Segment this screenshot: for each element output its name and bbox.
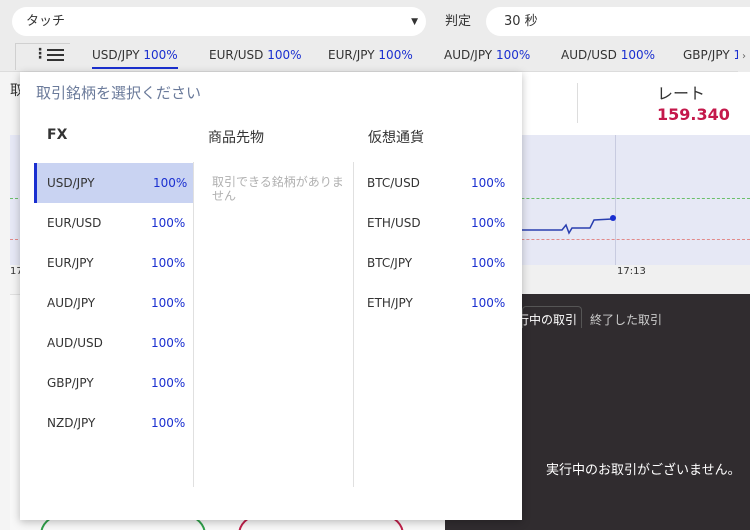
pair-name: BTC/JPY [367, 256, 413, 270]
tab-pair: EUR/USD [209, 48, 264, 62]
tab-usd-jpy[interactable]: USD/JPY 100% [92, 47, 178, 69]
current-price-dot [610, 215, 616, 221]
pair-name: EUR/JPY [47, 256, 94, 270]
crypto-item-btc-jpy[interactable]: BTC/JPY 100% [354, 243, 514, 283]
tab-pct: 100% [378, 48, 413, 62]
tab-pair: AUD/USD [561, 48, 617, 62]
payout-pct: 100% [151, 296, 186, 310]
judge-label: 判定 [445, 14, 472, 29]
fx-item-aud-usd[interactable]: AUD/USD 100% [34, 323, 193, 363]
tab-pair: GBP/JPY [683, 48, 730, 62]
crypto-item-eth-usd[interactable]: ETH/USD 100% [354, 203, 514, 243]
chevron-down-icon: ▼ [411, 17, 418, 27]
hamburger-menu-icon[interactable] [47, 49, 64, 61]
pair-name: AUD/USD [47, 336, 103, 350]
option-type-value: タッチ [26, 14, 66, 29]
tab-scroll-right-icon[interactable]: › [738, 42, 750, 72]
payout-pct: 100% [471, 296, 506, 310]
tab-eur-jpy[interactable]: EUR/JPY 100% [328, 47, 413, 63]
fx-item-aud-jpy[interactable]: AUD/JPY 100% [34, 283, 193, 323]
pair-name: AUD/JPY [47, 296, 96, 310]
fx-column-heading: FX [47, 127, 68, 143]
crypto-item-btc-usd[interactable]: BTC/USD 100% [354, 163, 514, 203]
pair-name: ETH/USD [367, 216, 421, 230]
payout-pct: 100% [471, 176, 506, 190]
payout-pct: 100% [151, 376, 186, 390]
more-vertical-icon[interactable]: ⋮ [33, 46, 47, 62]
tab-pct: 100% [495, 48, 531, 62]
pair-name: BTC/USD [367, 176, 420, 190]
payout-pct: 100% [151, 416, 186, 430]
no-trades-message: 実行中のお取引がございません。 [546, 463, 741, 478]
pair-name: EUR/USD [47, 216, 102, 230]
payout-pct: 100% [151, 216, 186, 230]
option-type-select[interactable]: タッチ ▼ [12, 7, 426, 36]
payout-pct: 100% [151, 336, 186, 350]
tab-active-trades-label: 行中の取引 [517, 313, 578, 327]
pair-name: ETH/JPY [367, 296, 413, 310]
tab-pct: 100% [143, 48, 178, 62]
fx-item-usd-jpy[interactable]: USD/JPY 100% [34, 163, 193, 203]
chart-gridline [615, 135, 616, 265]
tab-eur-usd[interactable]: EUR/USD 100% [209, 47, 302, 63]
rate-label: レート [657, 84, 706, 103]
tab-aud-jpy[interactable]: AUD/JPY 100% [444, 47, 530, 63]
pair-name: GBP/JPY [47, 376, 94, 390]
payout-pct: 100% [471, 216, 506, 230]
tab-pct: 100% [620, 48, 656, 62]
judge-time-value: 30 秒 [504, 14, 538, 29]
tab-pair: AUD/JPY [444, 48, 493, 62]
payout-pct: 100% [153, 176, 188, 190]
divider [577, 83, 578, 123]
payout-pct: 100% [471, 256, 506, 270]
rate-value: 159.340 [657, 105, 730, 124]
commodity-column-heading: 商品先物 [208, 130, 264, 146]
crypto-column-heading: 仮想通貨 [368, 130, 424, 146]
tab-ended-trades[interactable]: 終了した取引 [590, 311, 662, 328]
symbol-select-popup: 取引銘柄を選択ください FX 商品先物 仮想通貨 USD/JPY 100% EU… [20, 72, 522, 520]
pair-name: USD/JPY [47, 176, 95, 190]
popup-title: 取引銘柄を選択ください [36, 84, 202, 102]
payout-pct: 100% [151, 256, 186, 270]
commodity-empty-message: 取引できる銘柄がありません [212, 175, 344, 203]
fx-item-eur-jpy[interactable]: EUR/JPY 100% [34, 243, 193, 283]
fx-item-nzd-jpy[interactable]: NZD/JPY 100% [34, 403, 193, 443]
tab-pair: EUR/JPY [328, 48, 375, 62]
column-divider [193, 162, 194, 487]
tab-pct: 100% [267, 48, 302, 62]
tab-pair: USD/JPY [92, 48, 140, 62]
pair-name: NZD/JPY [47, 416, 96, 430]
judge-time-select[interactable]: 30 秒 [486, 7, 750, 36]
rate-header [520, 72, 750, 135]
tab-active-trades[interactable]: 行中の取引 [517, 306, 582, 328]
crypto-item-eth-jpy[interactable]: ETH/JPY 100% [354, 283, 514, 323]
tab-aud-usd[interactable]: AUD/USD 100% [561, 47, 655, 63]
time-axis-label: 17:13 [617, 266, 646, 277]
fx-item-gbp-jpy[interactable]: GBP/JPY 100% [34, 363, 193, 403]
fx-item-eur-usd[interactable]: EUR/USD 100% [34, 203, 193, 243]
